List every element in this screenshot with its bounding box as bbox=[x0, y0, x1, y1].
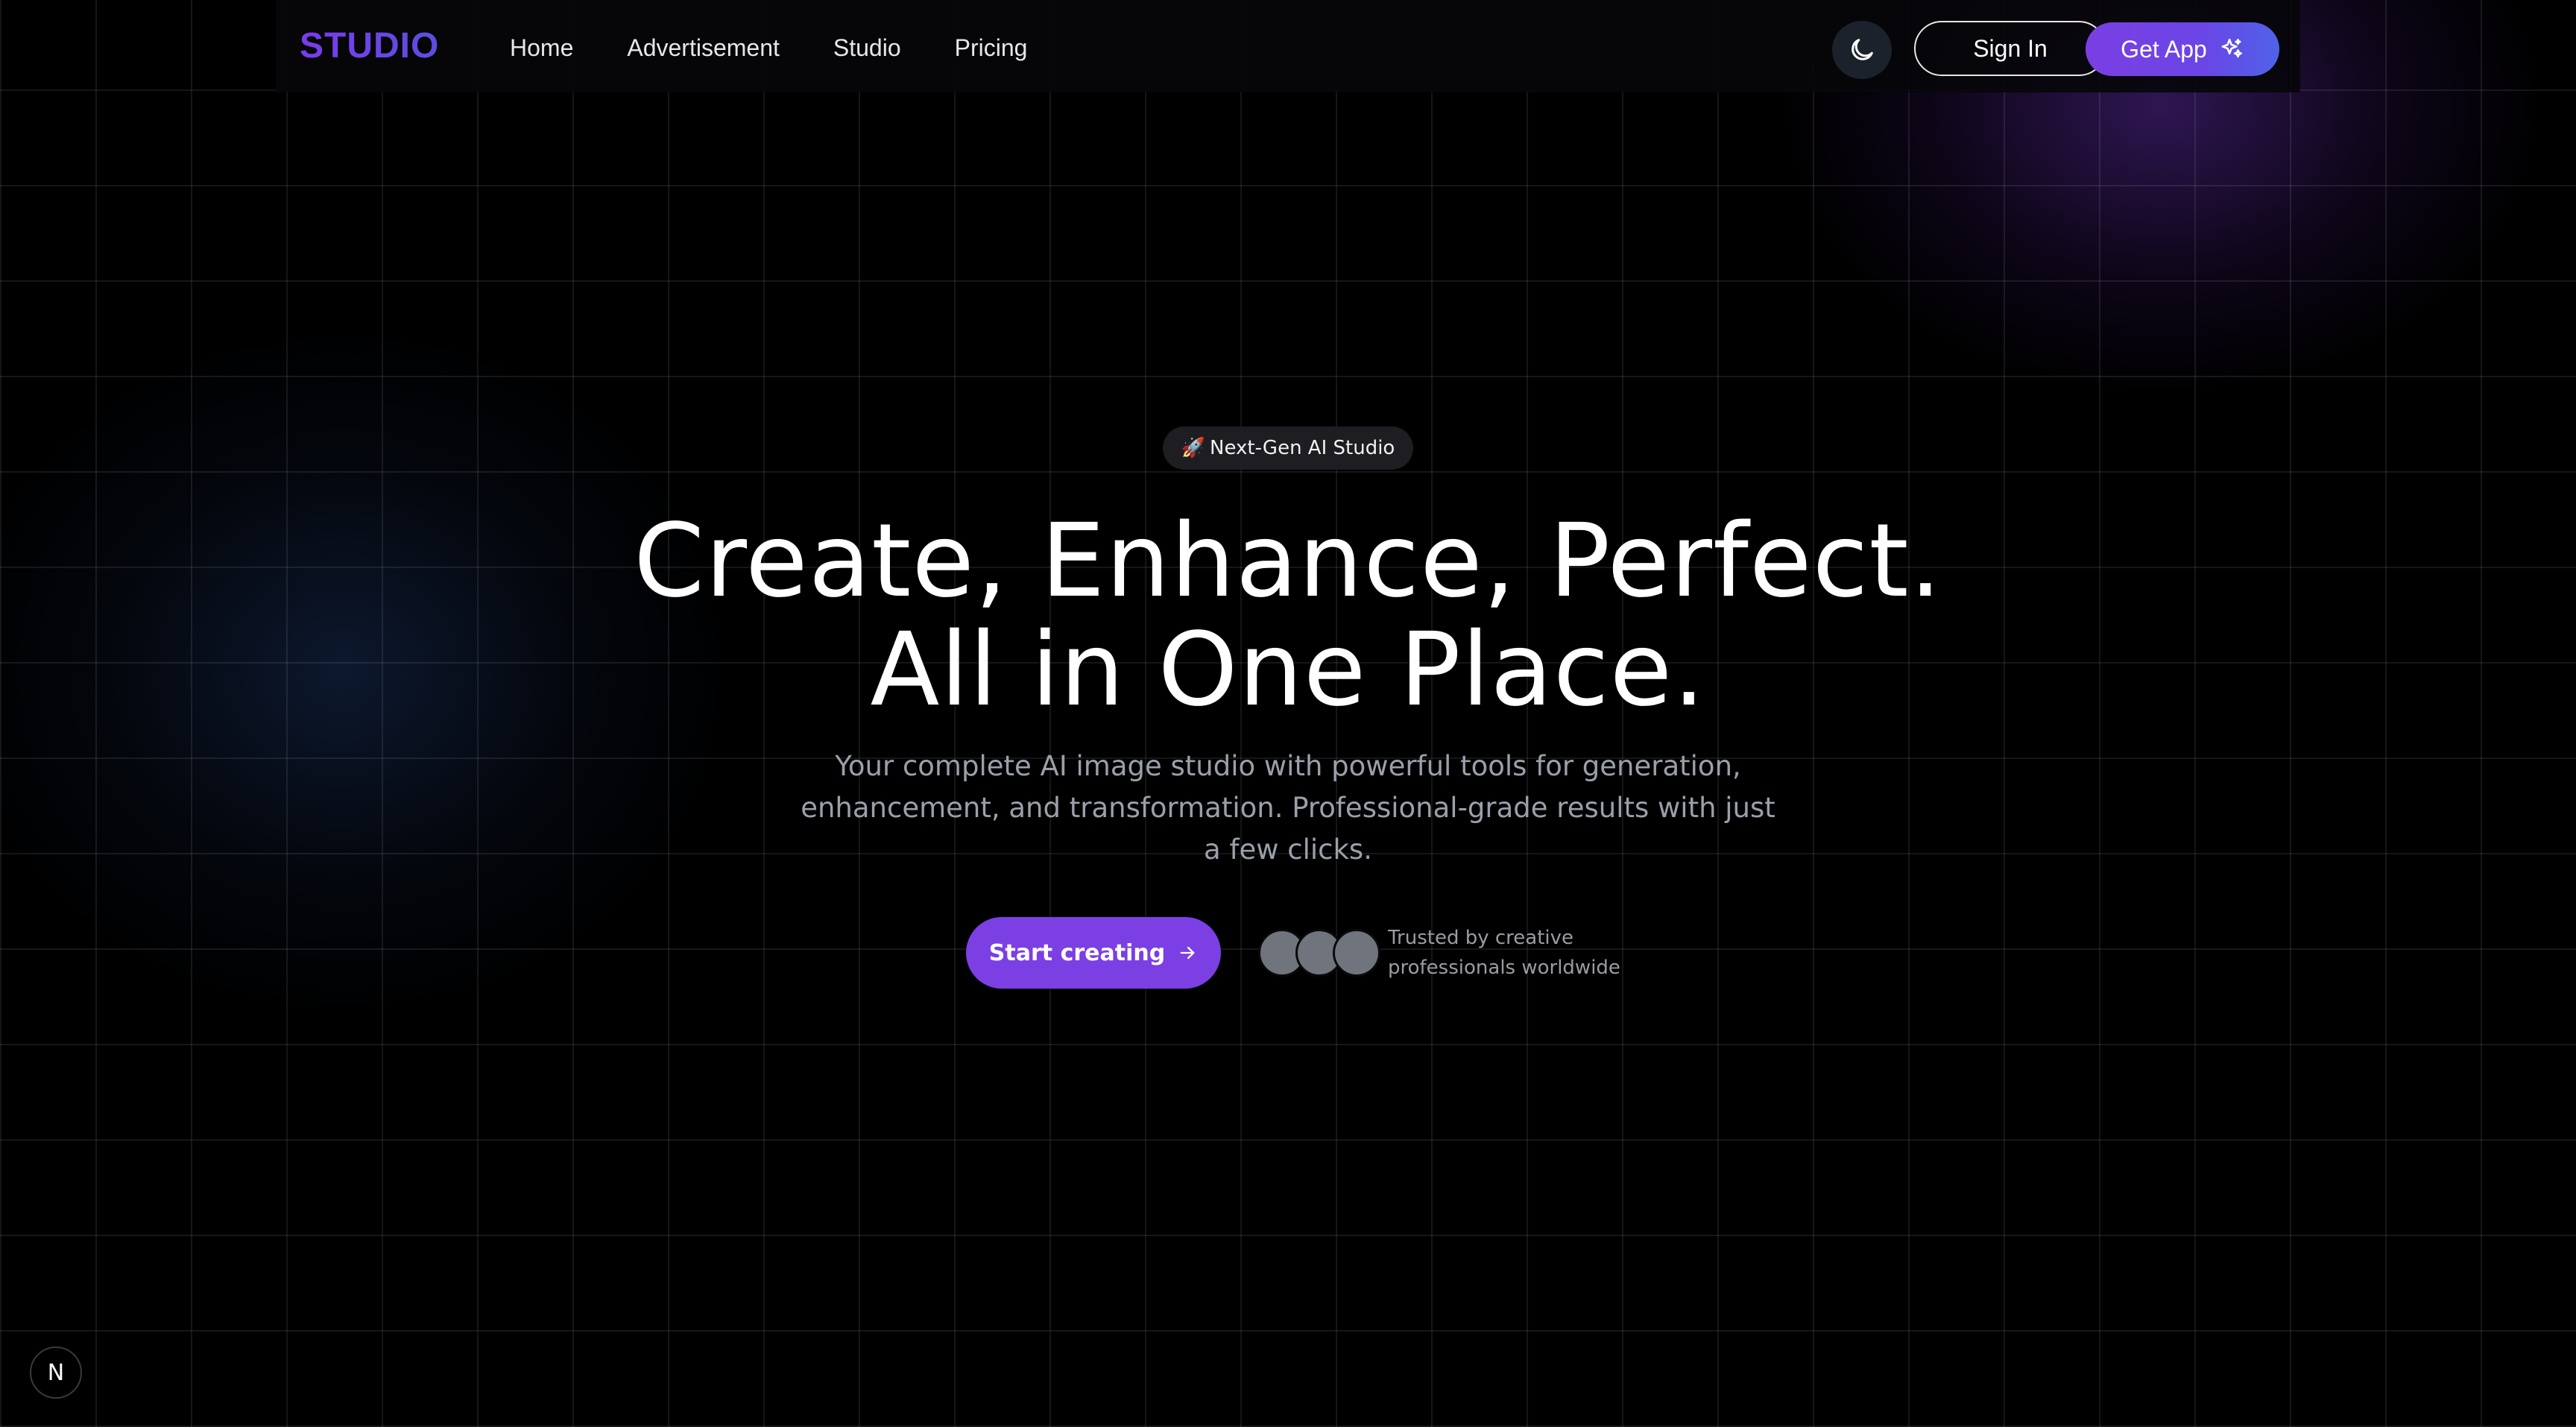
moon-icon bbox=[1852, 39, 1873, 60]
sparkles-icon bbox=[2221, 38, 2242, 58]
trust-text: Trusted by creative professionals worldw… bbox=[1388, 927, 1620, 979]
start-creating-button[interactable]: Start creating bbox=[966, 917, 1221, 989]
nav-link-pricing[interactable]: Pricing bbox=[955, 34, 1028, 62]
nav-link-home[interactable]: Home bbox=[510, 34, 573, 62]
dev-tools-badge[interactable]: N bbox=[30, 1346, 82, 1399]
page: STUDIO Home Advertisement Studio Pricing… bbox=[0, 0, 2576, 1427]
arrow-right-icon bbox=[1180, 946, 1195, 960]
nav-links: Home Advertisement Studio Pricing bbox=[510, 34, 1027, 62]
hero-badge: 🚀 Next-Gen AI Studio bbox=[1163, 426, 1413, 470]
navbar: STUDIO Home Advertisement Studio Pricing… bbox=[276, 0, 2300, 92]
sign-in-button[interactable]: Sign In bbox=[1914, 21, 2106, 76]
avatar bbox=[1333, 929, 1380, 977]
get-app-label: Get App bbox=[2121, 35, 2207, 63]
hero-headline-line2: All in One Place. bbox=[870, 611, 1706, 729]
hero-headline-line1: Create, Enhance, Perfect. bbox=[634, 503, 1942, 620]
start-creating-label: Start creating bbox=[988, 939, 1166, 966]
nextjs-logo-icon: N bbox=[47, 1359, 65, 1386]
nav-link-studio[interactable]: Studio bbox=[833, 34, 901, 62]
avatar-stack bbox=[1258, 929, 1380, 977]
theme-toggle-button[interactable] bbox=[1832, 21, 1892, 79]
get-app-button[interactable]: Get App bbox=[2086, 22, 2279, 76]
hero-badge-label: Next-Gen AI Studio bbox=[1210, 437, 1395, 459]
logo[interactable]: STUDIO bbox=[300, 25, 439, 66]
nav-link-advertisement[interactable]: Advertisement bbox=[627, 34, 780, 62]
rocket-icon: 🚀 bbox=[1181, 437, 1206, 459]
hero-subtext: Your complete AI image studio with power… bbox=[801, 750, 1775, 866]
